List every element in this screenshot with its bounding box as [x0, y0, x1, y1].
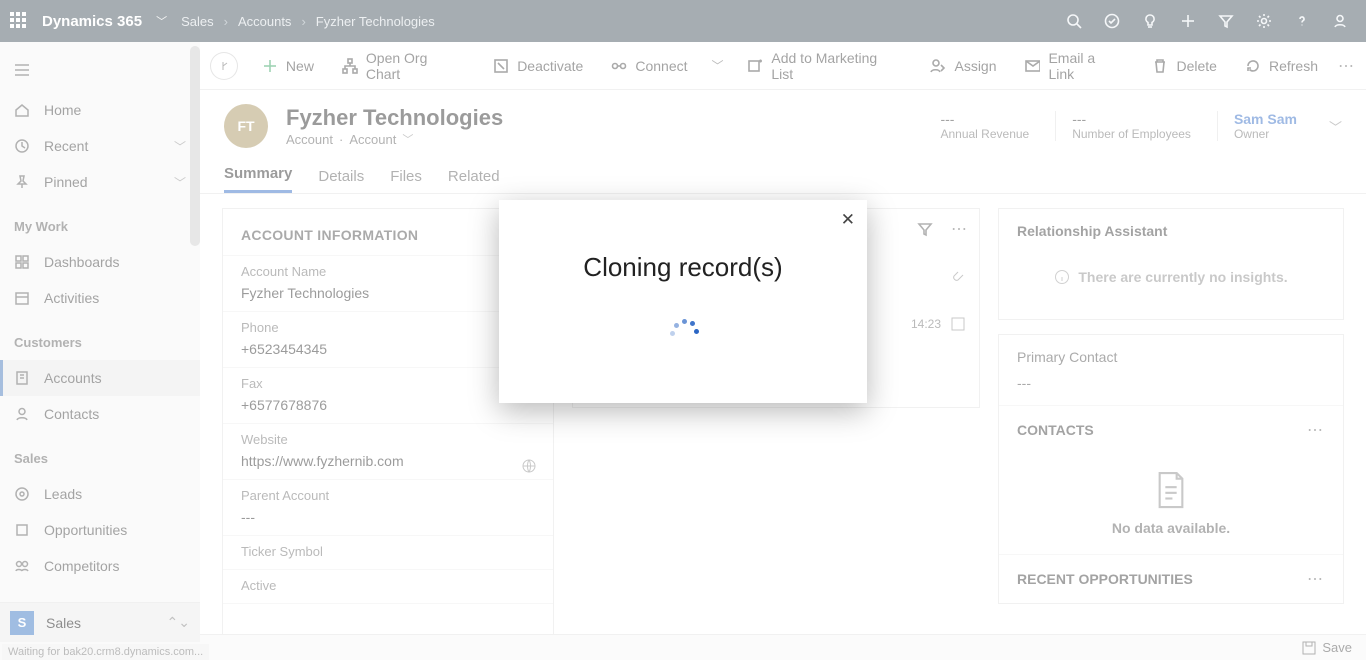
modal-close-button[interactable]: ✕ [841, 210, 855, 230]
modal-title: Cloning record(s) [519, 224, 847, 293]
spinner-icon [670, 317, 696, 343]
cloning-modal: ✕ Cloning record(s) [499, 200, 867, 403]
